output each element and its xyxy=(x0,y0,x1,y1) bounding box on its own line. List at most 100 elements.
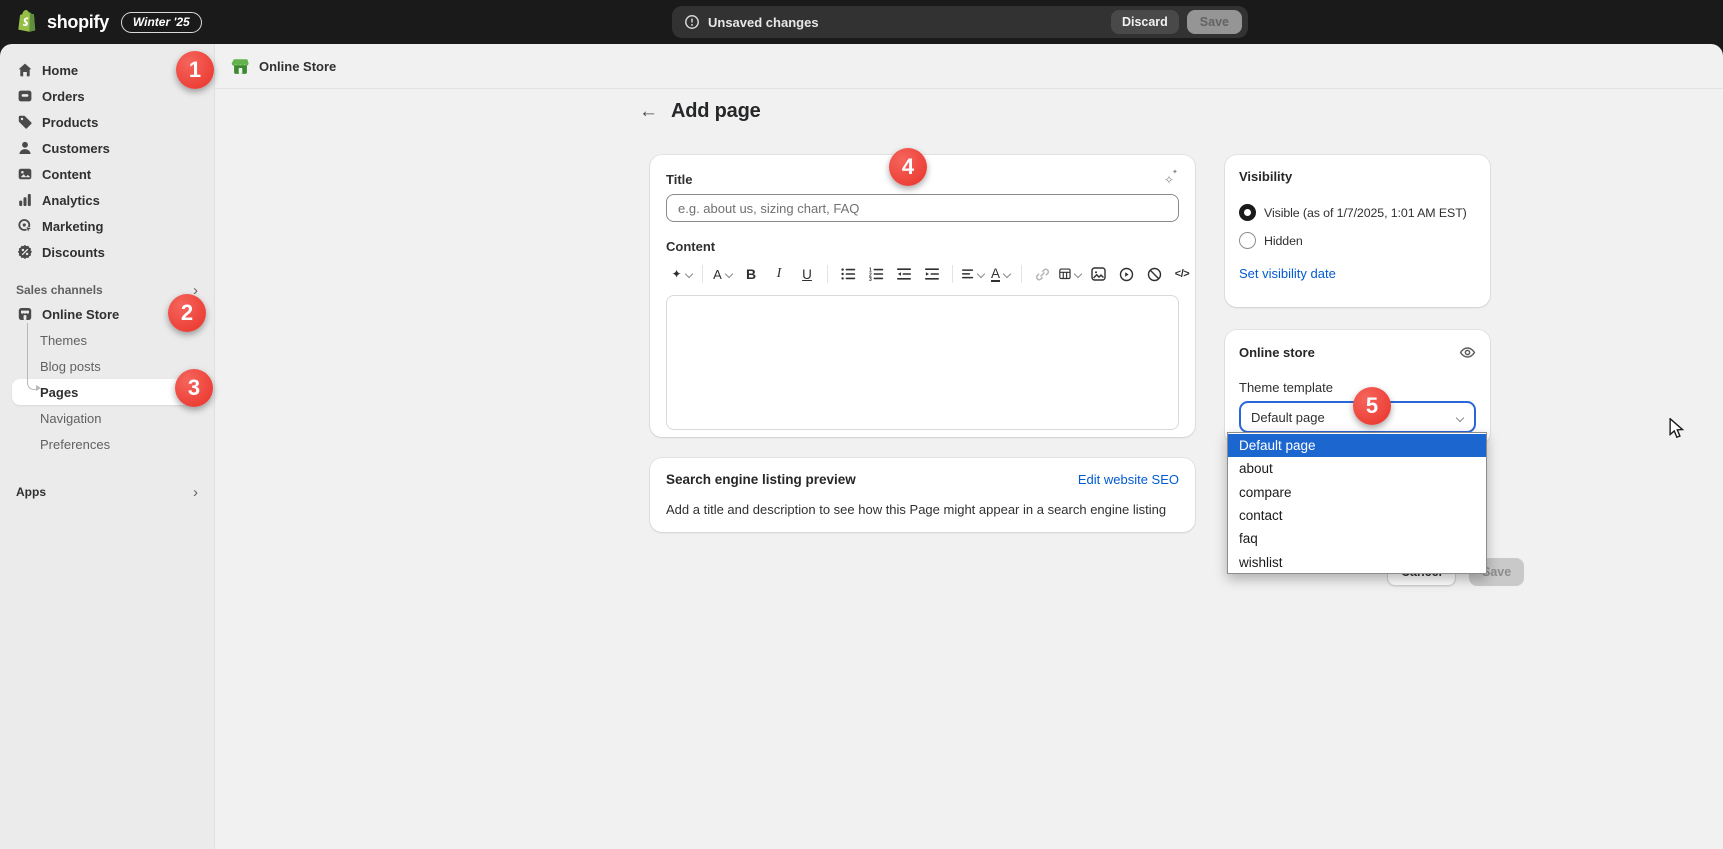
sub-item-label: Pages xyxy=(40,385,78,400)
title-field-label: Title xyxy=(666,172,693,187)
apps-header[interactable]: Apps › xyxy=(0,481,214,503)
discard-button[interactable]: Discard xyxy=(1111,10,1179,34)
sub-item-label: Blog posts xyxy=(40,359,101,374)
shopify-logo[interactable]: shopify xyxy=(0,9,109,35)
sidebar-item-label: Analytics xyxy=(42,193,100,208)
underline-button[interactable]: U xyxy=(793,262,821,286)
annotation-step-4: 4 xyxy=(889,148,927,186)
back-arrow-icon[interactable]: ← xyxy=(639,101,658,123)
sidebar-item-pages[interactable]: Pages xyxy=(12,379,198,405)
alert-circle-icon xyxy=(684,14,700,30)
sub-item-label: Navigation xyxy=(40,411,101,426)
indent-button[interactable] xyxy=(918,262,946,286)
sidebar-item-label: Orders xyxy=(42,89,85,104)
radio-selected-icon[interactable] xyxy=(1239,204,1256,221)
sidebar-item-content[interactable]: Content xyxy=(8,161,206,187)
code-view-button[interactable]: </> xyxy=(1168,262,1196,286)
annotation-step-5: 5 xyxy=(1353,387,1391,425)
radio-unselected-icon[interactable] xyxy=(1239,232,1256,249)
sidebar-item-products[interactable]: Products xyxy=(8,109,206,135)
text-style-button[interactable]: A xyxy=(709,262,737,286)
magic-sparkle-icon[interactable]: ✧✦ xyxy=(1161,171,1179,187)
unsaved-changes-label: Unsaved changes xyxy=(708,15,819,30)
alignment-button[interactable] xyxy=(959,262,987,286)
target-icon xyxy=(16,218,33,235)
discount-badge-icon xyxy=(16,244,33,261)
visibility-option-hidden[interactable]: Hidden xyxy=(1239,232,1476,249)
edit-website-seo-link[interactable]: Edit website SEO xyxy=(1078,472,1179,487)
dropdown-option-about[interactable]: about xyxy=(1228,457,1486,480)
clear-formatting-button[interactable] xyxy=(1140,262,1168,286)
video-button[interactable] xyxy=(1112,262,1140,286)
sub-item-label: Preferences xyxy=(40,437,110,452)
main-content: Online Store ← Add page Title ✧✦ Content… xyxy=(215,44,1723,849)
sales-channels-label: Sales channels xyxy=(16,283,103,297)
page-details-card: Title ✧✦ Content ✦ A B I U 123 A xyxy=(650,155,1195,437)
table-button[interactable] xyxy=(1056,262,1084,286)
sidebar-item-preferences[interactable]: Preferences xyxy=(12,431,198,457)
visibility-card: Visibility Visible (as of 1/7/2025, 1:01… xyxy=(1225,155,1490,307)
title-input[interactable] xyxy=(666,194,1179,222)
breadcrumb: Online Store xyxy=(259,59,336,74)
set-visibility-date-link[interactable]: Set visibility date xyxy=(1239,266,1476,281)
dropdown-option-faq[interactable]: faq xyxy=(1228,527,1486,550)
content-field-label: Content xyxy=(666,239,1179,254)
dropdown-option-compare[interactable]: compare xyxy=(1228,481,1486,504)
bulleted-list-button[interactable] xyxy=(834,262,862,286)
visibility-card-title: Visibility xyxy=(1239,169,1476,184)
storefront-green-icon xyxy=(231,57,250,76)
save-button-top[interactable]: Save xyxy=(1187,10,1242,34)
tree-connector-line xyxy=(27,323,36,390)
numbered-list-button[interactable]: 123 xyxy=(862,262,890,286)
image-button[interactable] xyxy=(1084,262,1112,286)
chevron-right-icon: › xyxy=(193,484,198,501)
sidebar-item-label: Customers xyxy=(42,141,110,156)
sidebar-item-navigation[interactable]: Navigation xyxy=(12,405,198,431)
sidebar-item-marketing[interactable]: Marketing xyxy=(8,213,206,239)
context-header: Online Store xyxy=(215,44,1723,89)
tree-connector-arrowhead xyxy=(36,385,41,391)
editor-toolbar: ✦ A B I U 123 A </> xyxy=(666,259,1179,289)
annotation-step-1: 1 xyxy=(176,51,214,89)
visibility-option-visible[interactable]: Visible (as of 1/7/2025, 1:01 AM EST) xyxy=(1239,204,1476,221)
theme-template-dropdown: Default page about compare contact faq w… xyxy=(1227,432,1487,574)
radio-label: Visible (as of 1/7/2025, 1:01 AM EST) xyxy=(1264,206,1467,220)
sidebar-nav: Home Orders Products Customers Content A… xyxy=(0,44,215,849)
bar-chart-icon xyxy=(16,192,33,209)
italic-button[interactable]: I xyxy=(765,262,793,286)
sidebar-item-discounts[interactable]: Discounts xyxy=(8,239,206,265)
sidebar-item-themes[interactable]: Themes xyxy=(12,327,198,353)
eye-icon[interactable] xyxy=(1459,344,1476,361)
sidebar-item-customers[interactable]: Customers xyxy=(8,135,206,161)
mouse-cursor xyxy=(1668,418,1686,445)
sidebar-item-orders[interactable]: Orders xyxy=(8,83,206,109)
tag-icon xyxy=(16,114,33,131)
dropdown-option-default-page[interactable]: Default page xyxy=(1228,434,1486,457)
dropdown-option-contact[interactable]: contact xyxy=(1228,504,1486,527)
sidebar-item-label: Online Store xyxy=(42,307,119,322)
sidebar-item-analytics[interactable]: Analytics xyxy=(8,187,206,213)
sub-item-label: Themes xyxy=(40,333,87,348)
online-store-card: Online store Theme template Default page xyxy=(1225,330,1490,445)
text-color-button[interactable]: A xyxy=(987,262,1015,286)
dropdown-option-wishlist[interactable]: wishlist xyxy=(1228,550,1486,573)
magic-sparkle-button[interactable]: ✦ xyxy=(668,262,696,286)
top-bar: shopify Winter '25 Unsaved changes Disca… xyxy=(0,0,1723,44)
sidebar-item-blog-posts[interactable]: Blog posts xyxy=(12,353,198,379)
sidebar-item-label: Content xyxy=(42,167,91,182)
storefront-icon xyxy=(16,306,33,323)
link-button[interactable] xyxy=(1028,262,1056,286)
shopify-bag-icon xyxy=(16,9,40,35)
home-icon xyxy=(16,62,33,79)
annotation-step-3: 3 xyxy=(175,369,213,407)
orders-icon xyxy=(16,88,33,105)
seo-card-title: Search engine listing preview xyxy=(666,472,856,487)
app-frame: Home Orders Products Customers Content A… xyxy=(0,44,1723,849)
content-editor-area[interactable] xyxy=(666,295,1179,430)
sidebar-item-label: Home xyxy=(42,63,78,78)
sidebar-item-label: Products xyxy=(42,115,98,130)
shopify-logo-text: shopify xyxy=(47,12,109,33)
content-icon xyxy=(16,166,33,183)
outdent-button[interactable] xyxy=(890,262,918,286)
bold-button[interactable]: B xyxy=(737,262,765,286)
